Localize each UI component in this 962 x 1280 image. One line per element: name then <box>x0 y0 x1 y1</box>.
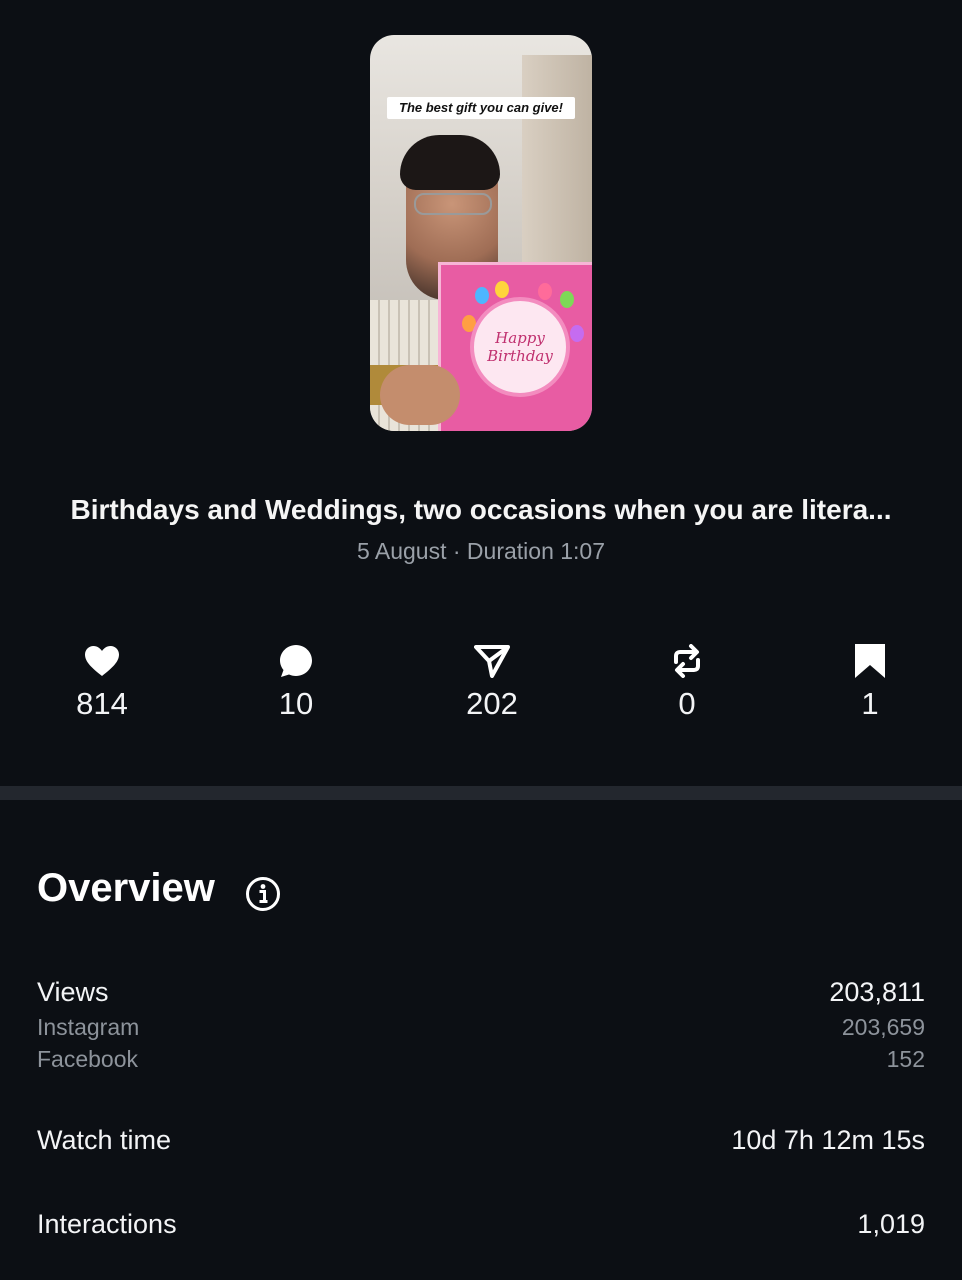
heart-icon <box>42 640 162 682</box>
likes-count: 814 <box>76 686 128 721</box>
thumbnail-hand <box>380 365 460 425</box>
thumbnail-glasses <box>414 193 492 215</box>
shares-stat: 202 <box>432 640 552 722</box>
instagram-label: Instagram <box>37 1014 140 1040</box>
comments-count: 10 <box>278 686 314 721</box>
reposts-count: 0 <box>678 686 696 721</box>
post-meta: 5 August · Duration 1:07 <box>356 538 606 564</box>
watch-time-label: Watch time <box>37 1125 172 1155</box>
balloon-shape <box>570 325 584 342</box>
insights-page: Happy Birthday The best gift you can giv… <box>0 0 962 1280</box>
overview-heading: Overview <box>37 866 215 910</box>
likes-stat: 814 <box>42 640 162 722</box>
card-text-birthday: Birthday <box>487 347 553 365</box>
post-title: Birthdays and Weddings, two occasions wh… <box>70 494 892 525</box>
info-icon[interactable] <box>245 876 281 917</box>
saves-stat: 1 <box>810 640 930 722</box>
balloon-shape <box>538 283 552 300</box>
balloon-shape <box>475 287 489 304</box>
bookmark-icon <box>810 640 930 682</box>
facebook-value: 152 <box>886 1046 925 1072</box>
views-label: Views <box>37 977 109 1007</box>
interactions-value: 1,019 <box>857 1209 925 1239</box>
card-text-happy: Happy <box>495 329 545 347</box>
comment-icon <box>236 640 356 682</box>
watch-time-value: 10d 7h 12m 15s <box>731 1125 925 1155</box>
saves-count: 1 <box>861 686 879 721</box>
thumbnail-background <box>522 55 592 295</box>
balloon-shape <box>560 291 574 308</box>
thumbnail-caption: The best gift you can give! <box>387 97 575 119</box>
share-icon <box>432 640 552 682</box>
facebook-label: Facebook <box>37 1046 139 1072</box>
section-divider <box>0 786 962 800</box>
views-value: 203,811 <box>829 977 925 1007</box>
reel-thumbnail[interactable]: Happy Birthday The best gift you can giv… <box>370 35 592 431</box>
shares-count: 202 <box>466 686 518 721</box>
thumbnail-card-circle: Happy Birthday <box>470 297 570 397</box>
repost-icon <box>627 640 747 682</box>
comments-stat: 10 <box>236 640 356 722</box>
balloon-shape <box>495 281 509 298</box>
instagram-value: 203,659 <box>841 1014 925 1040</box>
reposts-stat: 0 <box>627 640 747 722</box>
thumbnail-hair <box>400 135 500 190</box>
interactions-label: Interactions <box>37 1209 177 1239</box>
